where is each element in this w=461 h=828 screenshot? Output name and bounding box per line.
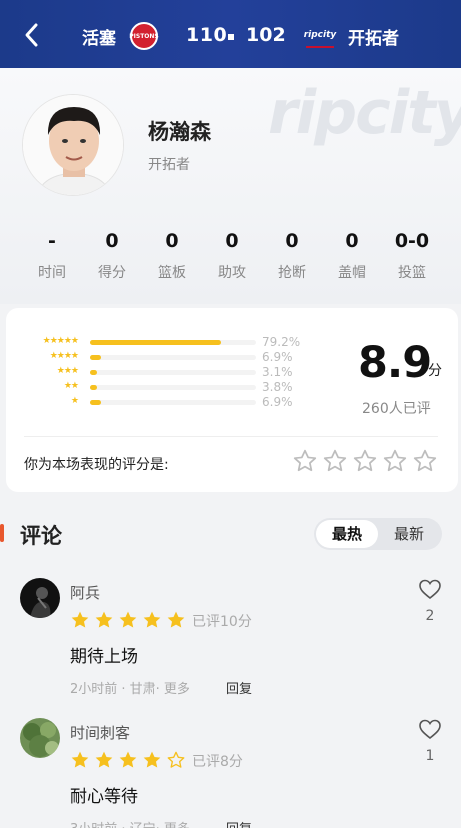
- star-row-icon: ★★★: [56, 366, 79, 376]
- dist-percent: 3.1%: [262, 365, 293, 379]
- sort-hot-button[interactable]: 最热: [316, 520, 378, 548]
- rate-star-2-icon[interactable]: [322, 448, 348, 474]
- chevron-left-icon[interactable]: [22, 22, 42, 48]
- star-filled-icon: [143, 611, 161, 628]
- star-filled-icon: [95, 611, 113, 628]
- dist-fill: [90, 355, 102, 360]
- comment-rated-score: 已评10分: [192, 614, 252, 630]
- rating-dist-row: ★★★★ 6.9%: [6, 350, 306, 365]
- comment-text: 耐心等待: [70, 787, 138, 807]
- reply-button[interactable]: 回复: [226, 678, 252, 697]
- stat-blocks: 0 盖帽: [338, 230, 366, 281]
- comments-title: 评论: [20, 524, 62, 548]
- dist-fill: [90, 400, 102, 405]
- dist-track: [90, 400, 256, 405]
- like-count: 2: [425, 608, 435, 624]
- star-filled-icon: [71, 751, 89, 768]
- dist-track: [90, 355, 256, 360]
- home-score: 110: [186, 24, 228, 46]
- dist-percent: 79.2%: [262, 335, 301, 349]
- rate-star-3-icon[interactable]: [352, 448, 378, 474]
- star-filled-icon: [119, 751, 137, 768]
- user-avatar[interactable]: [20, 718, 60, 758]
- reply-button[interactable]: 回复: [226, 818, 252, 828]
- rating-dist-row: ★★★ 3.1%: [6, 365, 306, 380]
- dist-percent: 3.8%: [262, 380, 293, 394]
- rating-count: 260人已评: [362, 401, 431, 417]
- player-section: ripcity 杨瀚森 开拓者 - 时间 0 得分 0 篮板 0 助攻 0 抢断…: [0, 68, 461, 304]
- player-team: 开拓者: [148, 157, 190, 173]
- rate-star-5-icon[interactable]: [412, 448, 438, 474]
- ripcity-watermark: ripcity: [268, 78, 461, 148]
- dist-fill: [90, 385, 97, 390]
- heart-icon[interactable]: [418, 578, 442, 600]
- average-score: 8.9: [358, 338, 432, 388]
- comment-rated-score: 已评8分: [192, 754, 243, 770]
- star-row-icon: ★: [70, 396, 79, 406]
- star-empty-icon: [167, 751, 185, 768]
- comment-item: 阿兵 已评10分 期待上场 2小时前 · 甘肃· 更多 回复 2: [0, 578, 461, 718]
- home-team-name[interactable]: 活塞: [82, 24, 116, 49]
- pistons-logo: PISTONS: [129, 22, 159, 50]
- star-filled-icon: [71, 611, 89, 628]
- player-stats: - 时间 0 得分 0 篮板 0 助攻 0 抢断 0 盖帽 0-0 投篮: [22, 230, 442, 290]
- star-row-icon: ★★★★: [49, 351, 79, 361]
- comment-item: 时间刺客 已评8分 耐心等待 3小时前 · 辽宁· 更多 回复 1: [0, 718, 461, 828]
- stat-points: 0 得分: [98, 230, 126, 281]
- dist-track: [90, 385, 256, 390]
- star-filled-icon: [95, 751, 113, 768]
- comment-meta: 2小时前 · 甘肃· 更多: [70, 682, 190, 697]
- comment-username[interactable]: 时间刺客: [70, 722, 130, 743]
- player-name: 杨瀚森: [148, 120, 211, 144]
- dist-track: [90, 340, 256, 345]
- rating-dist-row: ★★★★★ 79.2%: [6, 335, 306, 350]
- ripcity-logo: ripcity: [304, 24, 336, 48]
- score-unit: 分: [428, 363, 442, 379]
- stat-minutes: - 时间: [38, 230, 66, 281]
- dist-percent: 6.9%: [262, 395, 293, 409]
- rate-star-1-icon[interactable]: [292, 448, 318, 474]
- dist-percent: 6.9%: [262, 350, 293, 364]
- rating-dist-row: ★ 6.9%: [6, 395, 306, 410]
- comment-meta: 3小时前 · 辽宁· 更多: [70, 818, 190, 828]
- star-row-icon: ★★★★★: [42, 336, 79, 346]
- star-row-icon: ★★: [63, 381, 79, 391]
- star-filled-icon: [143, 751, 161, 768]
- rating-card: ★★★★★ 79.2% ★★★★ 6.9% ★★★ 3.1% ★★ 3.8% ★…: [6, 308, 458, 492]
- sort-new-button[interactable]: 最新: [378, 520, 440, 548]
- dist-fill: [90, 340, 222, 345]
- star-filled-icon: [167, 611, 185, 628]
- rating-dist-row: ★★ 3.8%: [6, 380, 306, 395]
- user-avatar[interactable]: [20, 578, 60, 618]
- stat-steals: 0 抢断: [278, 230, 306, 281]
- stat-shooting: 0-0 投篮: [394, 230, 430, 281]
- away-score: 102: [246, 24, 286, 46]
- player-avatar[interactable]: [22, 94, 124, 196]
- comment-username[interactable]: 阿兵: [70, 582, 100, 603]
- comment-sort-toggle: 最热 最新: [314, 518, 442, 550]
- heart-icon[interactable]: [418, 718, 442, 740]
- away-team-name[interactable]: 开拓者: [348, 24, 399, 49]
- comments-header: 评论 最热 最新: [0, 512, 461, 556]
- dist-track: [90, 370, 256, 375]
- stat-assists: 0 助攻: [218, 230, 246, 281]
- comment-text: 期待上场: [70, 647, 138, 667]
- rate-prompt: 你为本场表现的评分是:: [24, 457, 169, 473]
- stat-rebounds: 0 篮板: [158, 230, 186, 281]
- star-filled-icon: [119, 611, 137, 628]
- game-header: 活塞 PISTONS 110 102 ripcity 开拓者: [0, 0, 461, 68]
- rate-star-4-icon[interactable]: [382, 448, 408, 474]
- score-separator: [228, 34, 234, 40]
- divider: [24, 436, 438, 437]
- dist-fill: [90, 370, 97, 375]
- like-count: 1: [425, 748, 435, 764]
- section-accent-bar: [0, 524, 4, 542]
